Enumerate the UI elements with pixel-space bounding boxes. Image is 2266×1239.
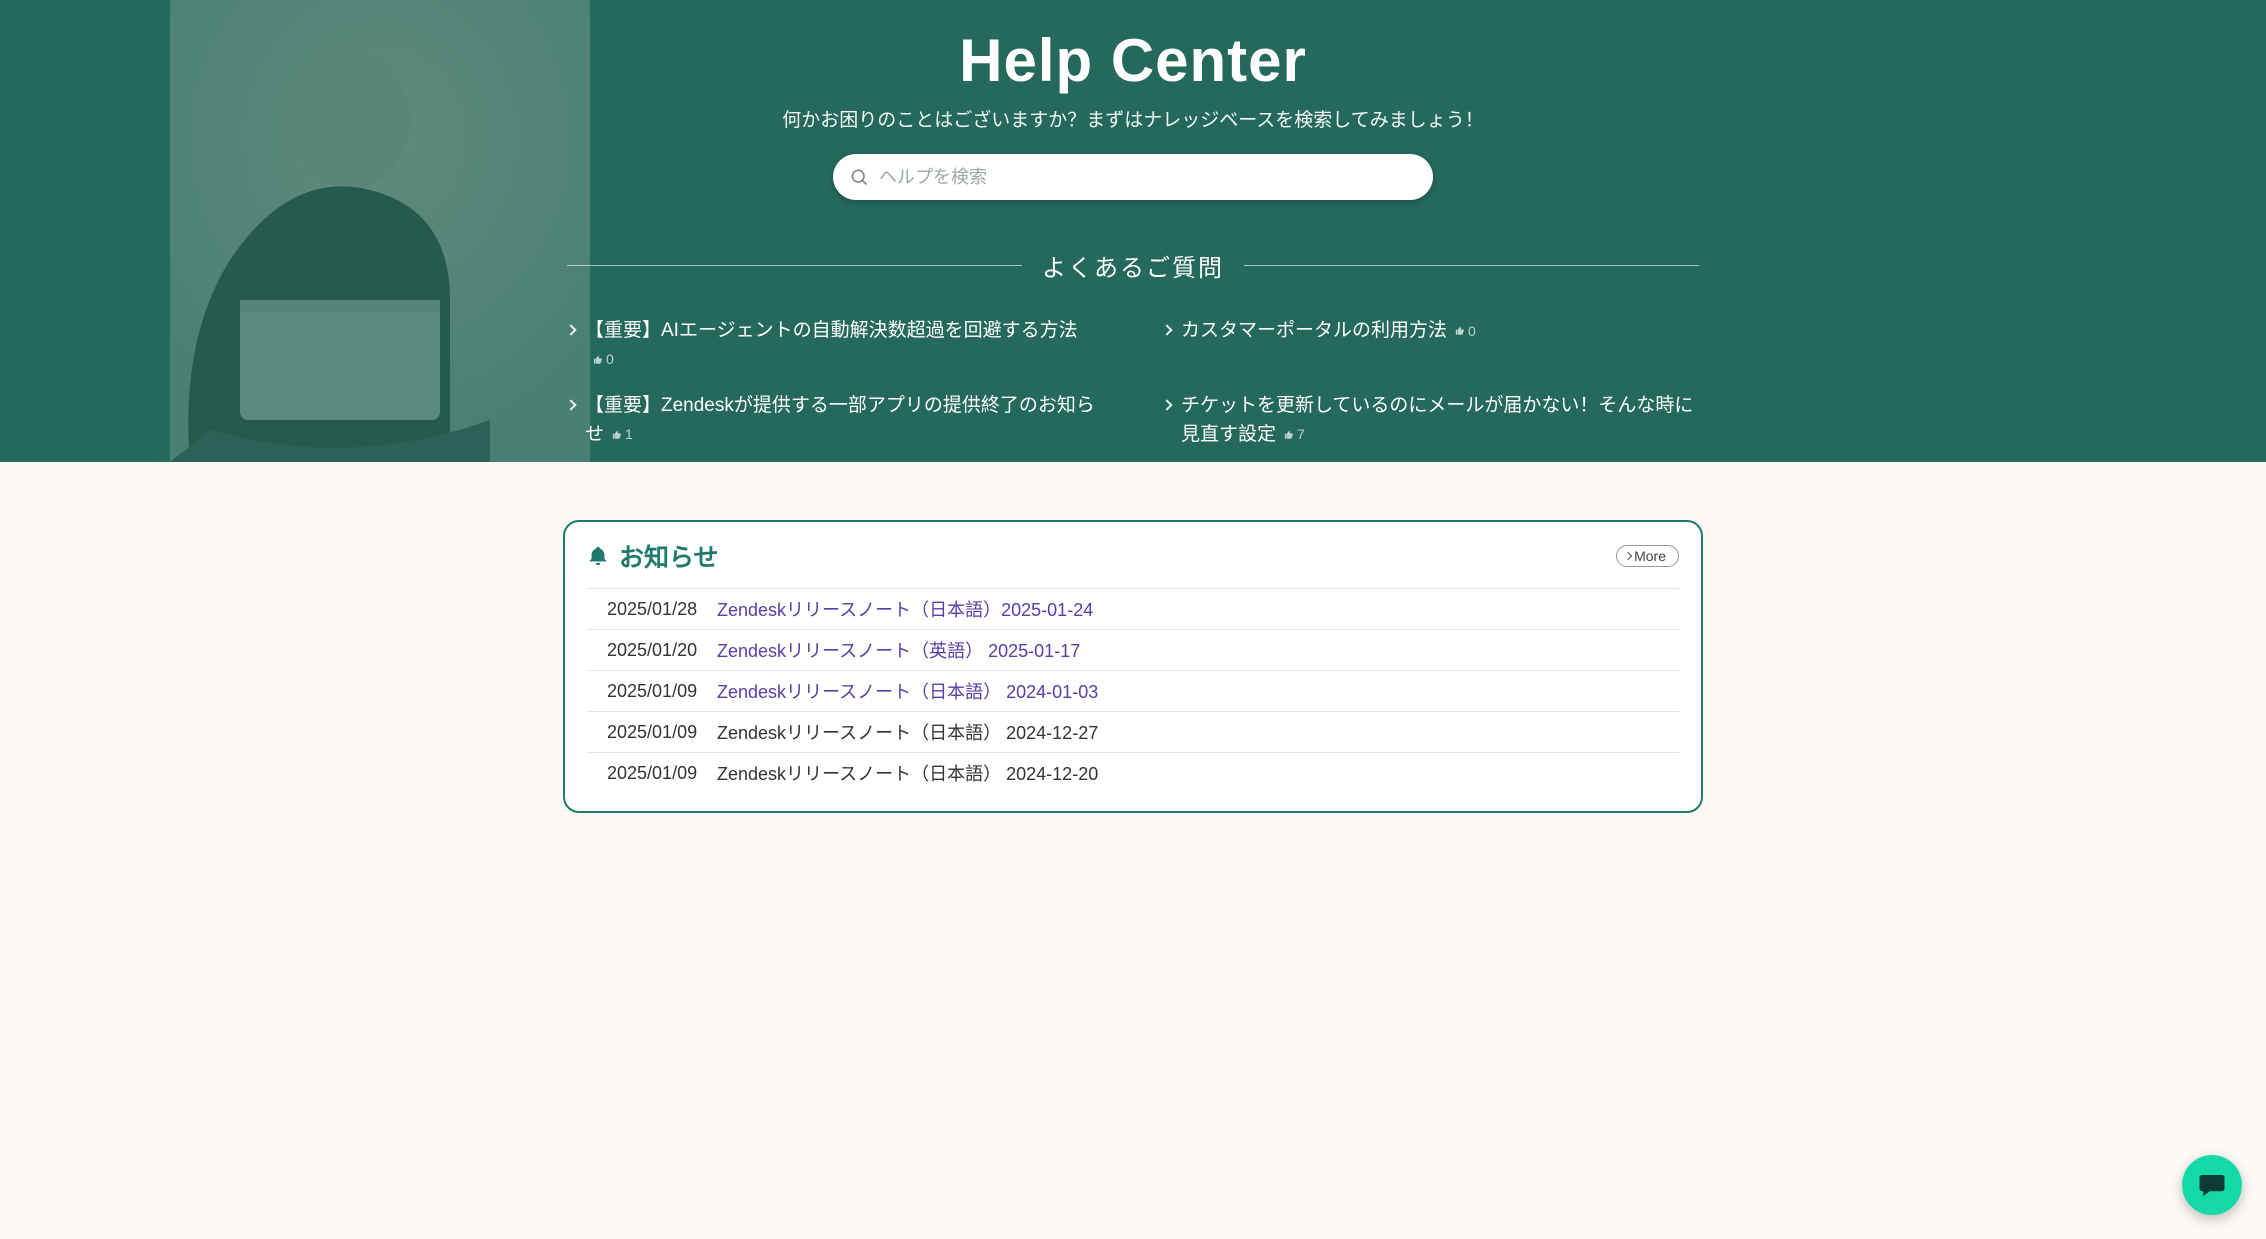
news-link[interactable]: Zendeskリリースノート（日本語） 2024-12-20 xyxy=(717,760,1098,786)
search-input[interactable] xyxy=(869,167,1417,188)
news-card: お知らせ More 2025/01/28Zendeskリリースノート（日本語）2… xyxy=(563,520,1703,813)
news-row: 2025/01/09Zendeskリリースノート（日本語） 2024-12-27 xyxy=(587,711,1679,752)
faq-item-body: チケットを更新しているのにメールが届かない！そんな時に見直す設定7 xyxy=(1181,392,1699,449)
news-link[interactable]: Zendeskリリースノート（日本語） 2024-12-27 xyxy=(717,719,1098,745)
thumbs-up-icon xyxy=(1455,326,1465,336)
chevron-right-icon xyxy=(1624,552,1632,560)
news-row: 2025/01/28Zendeskリリースノート（日本語）2025-01-24 xyxy=(587,588,1679,629)
divider xyxy=(1244,265,1699,266)
news-date: 2025/01/09 xyxy=(607,722,717,743)
chevron-right-icon xyxy=(565,324,576,335)
chat-icon xyxy=(2197,1170,2227,1200)
news-link[interactable]: Zendeskリリースノート（日本語）2025-01-24 xyxy=(717,596,1093,622)
chevron-right-icon xyxy=(1161,324,1172,335)
news-date: 2025/01/09 xyxy=(607,763,717,784)
faq-vote-count: 1 xyxy=(612,424,633,445)
hero-section: Help Center 何かお困りのことはございますか？まずはナレッジベースを検… xyxy=(0,0,2266,462)
chevron-right-icon xyxy=(565,399,576,410)
faq-item-body: 【重要】Zendeskが提供する一部アプリの提供終了のお知らせ1 xyxy=(585,392,1103,449)
faq-item[interactable]: 【重要】Zendeskが提供する一部アプリの提供終了のお知らせ1 xyxy=(567,392,1103,449)
faq-link[interactable]: カスタマーポータルの利用方法 xyxy=(1181,320,1447,341)
thumbs-up-icon xyxy=(612,430,622,440)
faq-vote-count: 7 xyxy=(1284,424,1305,445)
faq-link[interactable]: 【重要】Zendeskが提供する一部アプリの提供終了のお知らせ xyxy=(585,395,1095,445)
news-link[interactable]: Zendeskリリースノート（英語） 2025-01-17 xyxy=(717,637,1080,663)
faq-heading-row: よくあるご質問 xyxy=(567,248,1699,283)
faq-link[interactable]: チケットを更新しているのにメールが届かない！そんな時に見直す設定 xyxy=(1181,395,1693,445)
faq-item[interactable]: カスタマーポータルの利用方法 0 xyxy=(1163,317,1699,374)
news-heading: お知らせ xyxy=(619,538,719,574)
news-date: 2025/01/28 xyxy=(607,599,717,620)
bell-icon xyxy=(587,545,609,567)
page-title: Help Center xyxy=(563,26,1703,95)
news-row: 2025/01/09Zendeskリリースノート（日本語） 2024-12-20 xyxy=(587,752,1679,793)
thumbs-up-icon xyxy=(593,355,603,365)
faq-link[interactable]: 【重要】AIエージェントの自動解決数超過を回避する方法 xyxy=(585,320,1078,341)
divider xyxy=(567,265,1022,266)
more-button[interactable]: More xyxy=(1616,545,1679,567)
news-row: 2025/01/20Zendeskリリースノート（英語） 2025-01-17 xyxy=(587,629,1679,670)
news-date: 2025/01/09 xyxy=(607,681,717,702)
news-row: 2025/01/09Zendeskリリースノート（日本語） 2024-01-03 xyxy=(587,670,1679,711)
search-box[interactable] xyxy=(833,154,1433,200)
faq-vote-count: 0 xyxy=(1455,321,1476,342)
more-button-label: More xyxy=(1634,548,1666,564)
faq-heading: よくあるご質問 xyxy=(1042,248,1224,283)
search-icon xyxy=(849,167,869,187)
faq-item-body: カスタマーポータルの利用方法 0 xyxy=(1181,317,1476,346)
faq-item[interactable]: チケットを更新しているのにメールが届かない！そんな時に見直す設定7 xyxy=(1163,392,1699,449)
page-subtitle: 何かお困りのことはございますか？まずはナレッジベースを検索してみましょう！ xyxy=(563,105,1703,132)
news-date: 2025/01/20 xyxy=(607,640,717,661)
chevron-right-icon xyxy=(1161,399,1172,410)
hero-background-image xyxy=(170,0,590,462)
faq-item[interactable]: 【重要】AIエージェントの自動解決数超過を回避する方法 0 xyxy=(567,317,1103,374)
faq-vote-count: 0 xyxy=(593,349,614,370)
faq-item-body: 【重要】AIエージェントの自動解決数超過を回避する方法 0 xyxy=(585,317,1103,374)
chat-launcher-button[interactable] xyxy=(2182,1155,2242,1215)
faq-section: よくあるご質問 【重要】AIエージェントの自動解決数超過を回避する方法0カスタマ… xyxy=(563,248,1703,462)
news-link[interactable]: Zendeskリリースノート（日本語） 2024-01-03 xyxy=(717,678,1098,704)
thumbs-up-icon xyxy=(1284,430,1294,440)
